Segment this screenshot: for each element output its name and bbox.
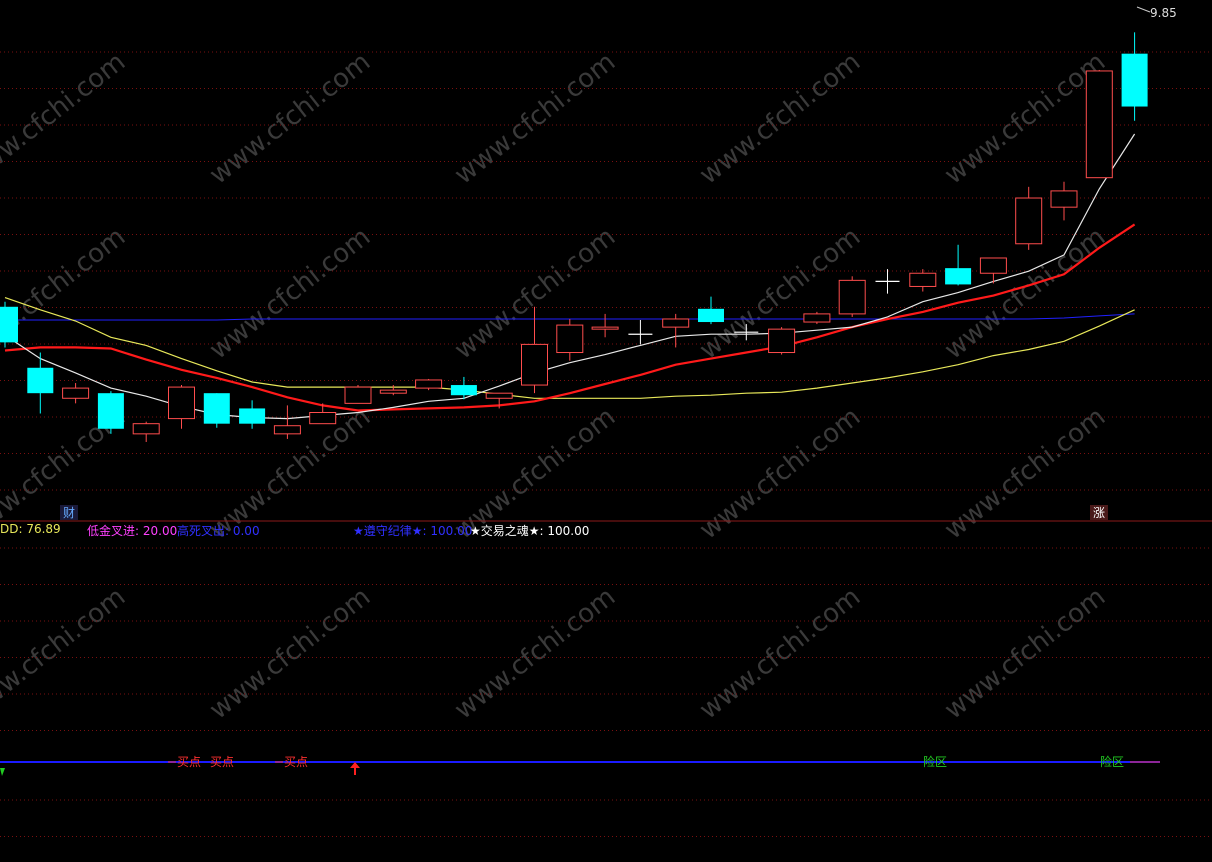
candle-31: [1085, 69, 1113, 179]
candle-body-4: [132, 423, 160, 435]
candle-body-32: [1121, 53, 1148, 107]
up-arrow-icon: [350, 762, 360, 775]
watermark-text-2: www.cfchi.com: [449, 47, 621, 191]
candle-body-29: [1015, 197, 1043, 245]
risk-signal-1: 险区: [923, 754, 947, 769]
candle-7: [239, 400, 266, 429]
watermark-text-4: www.cfchi.com: [939, 47, 1111, 191]
candle-12: [415, 378, 443, 391]
candle-body-13: [450, 385, 477, 396]
candle-8: [273, 405, 301, 439]
candle-body-8: [273, 425, 301, 435]
candle-2: [62, 383, 90, 404]
candle-body-22: [768, 328, 796, 354]
down-arrow-icon: [0, 768, 5, 776]
left-badge: 财: [63, 506, 75, 520]
candle-body-5: [168, 386, 195, 420]
candle-18: [628, 319, 653, 345]
indicator-dd: DD: 76.89: [0, 522, 61, 536]
candle-26: [909, 269, 937, 292]
candle-5: [168, 385, 195, 429]
buy-signal-2: 买点: [210, 755, 234, 769]
watermark-text-18: www.cfchi.com: [694, 582, 866, 726]
candle-body-19: [662, 318, 690, 328]
candle-body-24: [838, 279, 866, 315]
candle-body-15: [521, 343, 548, 386]
candle-17: [591, 313, 619, 338]
indicator-trading-soul: ★交易之魂★: 100.00: [470, 524, 590, 538]
candle-28: [979, 257, 1007, 284]
candle-body-7: [239, 408, 266, 424]
candle-22: [768, 327, 796, 355]
candle-body-17: [591, 326, 619, 330]
candle-0: [0, 301, 18, 348]
candle-16: [556, 318, 584, 361]
candle-body-1: [27, 367, 54, 394]
candle-19: [662, 313, 690, 348]
candle-body-27: [945, 268, 972, 285]
candle-32: [1121, 32, 1148, 121]
watermark-text-5: www.cfchi.com: [0, 222, 131, 366]
high-marker-line: [1136, 6, 1151, 13]
watermark-text-19: www.cfchi.com: [939, 582, 1111, 726]
candle-body-3: [97, 393, 124, 429]
candle-6: [203, 393, 230, 428]
candle-body-26: [909, 272, 937, 287]
candle-4: [132, 421, 160, 442]
watermark-text-17: www.cfchi.com: [449, 582, 621, 726]
candle-20: [698, 296, 724, 325]
indicator-high-death-cross: 高死叉出: 0.00: [177, 524, 260, 538]
candle-23: [803, 311, 831, 325]
risk-signal-2: 险区: [1100, 754, 1124, 769]
candle-body-2: [62, 387, 90, 399]
grid-lines: [0, 51, 1212, 837]
candle-body-20: [698, 308, 724, 323]
watermark-text-13: www.cfchi.com: [694, 402, 866, 546]
right-badge: 涨: [1093, 505, 1105, 520]
watermark-text-3: www.cfchi.com: [694, 47, 866, 191]
candle-body-30: [1050, 190, 1078, 208]
watermark-text-1: www.cfchi.com: [204, 47, 376, 191]
candle-29: [1015, 186, 1043, 250]
watermark-text-14: www.cfchi.com: [939, 402, 1111, 546]
candle-body-23: [803, 313, 831, 323]
buy-signal-3: 买点: [284, 755, 308, 769]
watermark-text-16: www.cfchi.com: [204, 582, 376, 726]
candle-body-10: [344, 386, 372, 404]
buy-signal-1: 买点: [177, 755, 201, 769]
high-marker-label: 9.85: [1150, 6, 1177, 20]
watermark-text-6: www.cfchi.com: [204, 222, 376, 366]
candle-body-0: [0, 306, 18, 343]
kline-chart: www.cfchi.com www.cfchi.com www.cfchi.com w…: [0, 6, 1212, 837]
candle-body-16: [556, 324, 584, 354]
watermark-text-0: www.cfchi.com: [0, 47, 131, 191]
candle-body-31: [1085, 70, 1113, 179]
candle-body-28: [979, 257, 1007, 274]
indicator-discipline: ★遵守纪律★: 100.00: [353, 524, 473, 538]
candle-25: [875, 269, 900, 294]
indicator-low-golden-cross: 低金叉进: 20.00: [87, 524, 178, 538]
candle-27: [945, 244, 972, 286]
candle-30: [1050, 181, 1078, 221]
candle-24: [838, 276, 866, 317]
watermark-text-15: www.cfchi.com: [0, 582, 131, 726]
watermarks: www.cfchi.com www.cfchi.com www.cfchi.com w…: [0, 47, 1111, 726]
candle-body-9: [309, 411, 337, 425]
candle-body-6: [203, 393, 230, 424]
candle-3: [97, 391, 124, 434]
candle-body-11: [379, 389, 407, 394]
candle-body-12: [415, 379, 443, 389]
candle-10: [344, 385, 372, 404]
candle-body-14: [485, 392, 513, 399]
